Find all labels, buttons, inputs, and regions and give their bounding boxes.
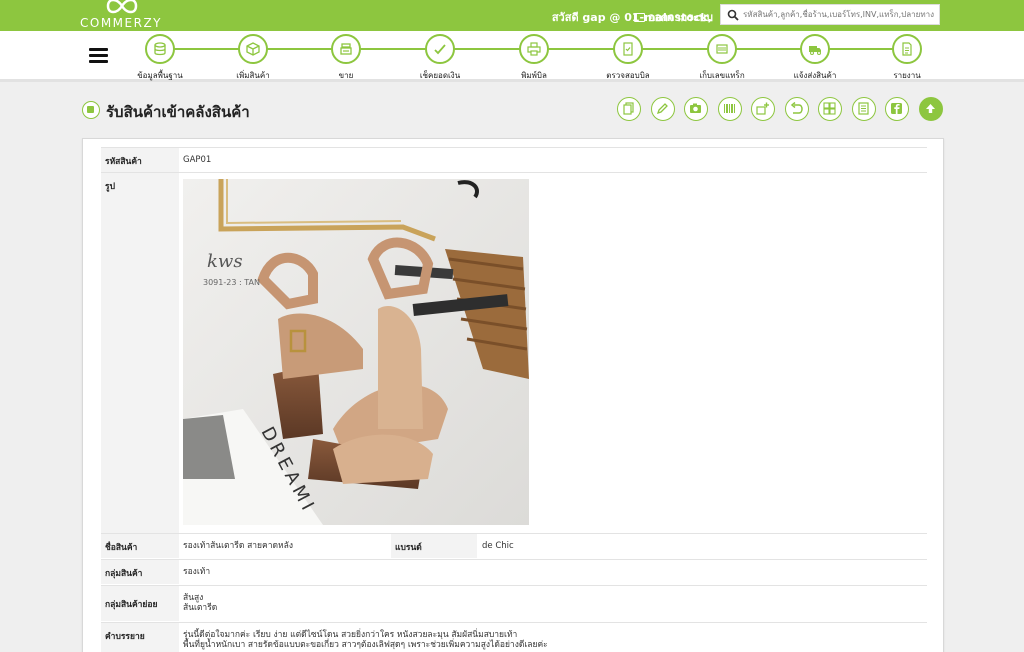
nav-item-shipping-notice[interactable]: แจ้งส่งสินค้า (770, 34, 860, 80)
description-label: คำบรรยาย (101, 623, 179, 652)
tracking-icon (716, 44, 728, 54)
nav-item-reports[interactable]: รายงาน (862, 34, 952, 80)
page-title: รับสินค้าเข้าคลังสินค้า (106, 103, 250, 121)
bill-check-icon (623, 42, 633, 56)
cash-register-icon (340, 43, 352, 55)
image-label: รูป (101, 173, 179, 533)
product-detail-card: รหัสสินค้า GAP01 รูป kws 3091-23: TAN D… (82, 138, 944, 652)
menu-icon[interactable] (89, 48, 108, 64)
photo-sku-text: 3091-23 : TAN (203, 278, 260, 287)
nav-label: ขาย (338, 71, 354, 80)
logout-link[interactable]: ออกจากระบบ (634, 8, 713, 26)
upload-icon (926, 104, 935, 113)
box-icon (246, 42, 260, 56)
brand-value: de Chic (482, 541, 514, 551)
search-input[interactable] (743, 7, 937, 22)
search-box (720, 4, 940, 25)
nav-item-verify-bill[interactable]: ตรวจสอบบิล (583, 34, 673, 80)
product-code-value: GAP01 (183, 155, 212, 165)
money-check-icon (434, 44, 446, 55)
product-group-value: รองเท้า (183, 567, 211, 577)
product-group-label: กลุ่มสินค้า (101, 560, 179, 584)
nav-label: พิมพ์บิล (521, 71, 547, 80)
description-line-2: พื้นที่ยูน้ำหนักเบา สายรัดข้อแบบตะขอเกี่… (183, 640, 548, 650)
grid-icon (823, 102, 836, 115)
nav-item-sell[interactable]: ขาย (301, 34, 391, 80)
top-bar: COMMERZY สวัสดี gap @ 01-mainstock, ออกจ… (0, 0, 1024, 31)
nav-item-tracking[interactable]: เก็บเลขแทร็ก (677, 34, 767, 80)
add-stock-icon (756, 102, 769, 115)
edit-icon (656, 103, 668, 115)
photo-brand-text: kws (207, 251, 243, 272)
row-product-name: ชื่อสินค้า รองเท้าส้นเตารีด สายคาดหลัง แ… (101, 533, 927, 558)
edit-button[interactable] (651, 97, 675, 121)
subgroup-line-2: ส้นเตารีด (183, 603, 218, 613)
main-nav: ข้อมูลพื้นฐาน เพิ่มสินค้า ขาย เช็คยอดเงิ… (0, 31, 1024, 82)
nav-label: เพิ่มสินค้า (236, 71, 270, 80)
nav-label: เก็บเลขแทร็ก (699, 71, 745, 80)
product-photo[interactable]: kws 3091-23 : TAN DREAMI (183, 179, 529, 525)
barcode-icon (724, 104, 735, 113)
logo[interactable]: COMMERZY (80, 0, 164, 31)
nav-label: เช็คยอดเงิน (419, 71, 461, 80)
nav-label: รายงาน (893, 71, 921, 80)
undo-icon (790, 102, 803, 114)
row-product-subgroup: กลุ่มสินค้าย่อย ส้นสูง ส้นเตารีด (101, 585, 927, 621)
row-product-group: กลุ่มสินค้า รองเท้า (101, 559, 927, 584)
copy-button[interactable] (617, 97, 641, 121)
copy-icon (623, 102, 634, 115)
product-name-value: รองเท้าส้นเตารีด สายคาดหลัง (183, 541, 293, 551)
search-icon (727, 9, 739, 21)
truck-icon (809, 46, 821, 55)
sign-out-icon (634, 13, 645, 22)
warehouse-icon (82, 101, 100, 119)
facebook-icon (891, 103, 902, 114)
upload-button[interactable] (919, 97, 943, 121)
description-value: รุ่นนี้ดีต่อใจมากค่ะ เรียบ ง่าย แต่ดีไซน… (183, 623, 548, 650)
printer-icon (527, 42, 541, 56)
product-name-label: ชื่อสินค้า (101, 534, 179, 558)
logout-label: ออกจากระบบ (648, 11, 713, 24)
row-product-description: คำบรรยาย รุ่นนี้ดีต่อใจมากค่ะ เรียบ ง่าย… (101, 622, 927, 652)
facebook-button[interactable] (885, 97, 909, 121)
sandal-photo-image: kws 3091-23 : TAN DREAMI (183, 179, 529, 525)
nav-item-basic-info[interactable]: ข้อมูลพื้นฐาน (115, 34, 205, 80)
subgroup-line-1: ส้นสูง (183, 593, 204, 603)
database-icon (154, 42, 166, 56)
description-line-1: รุ่นนี้ดีต่อใจมากค่ะ เรียบ ง่าย แต่ดีไซน… (183, 630, 518, 640)
list-icon (858, 102, 869, 115)
product-subgroup-label: กลุ่มสินค้าย่อย (101, 586, 179, 621)
list-button[interactable] (852, 97, 876, 121)
barcode-button[interactable] (718, 97, 742, 121)
product-subgroup-value: ส้นสูง ส้นเตารีด (183, 586, 217, 613)
nav-item-print-bill[interactable]: พิมพ์บิล (489, 34, 579, 80)
row-product-code: รหัสสินค้า GAP01 (101, 147, 927, 172)
product-code-label: รหัสสินค้า (101, 148, 179, 172)
add-stock-button[interactable] (751, 97, 775, 121)
infinity-logo-icon (106, 0, 138, 14)
brand-label: แบรนด์ (391, 534, 477, 558)
camera-button[interactable] (684, 97, 708, 121)
nav-label: แจ้งส่งสินค้า (793, 71, 837, 80)
row-product-image: รูป kws 3091-23: TAN DREAMI (101, 172, 927, 533)
nav-label: ตรวจสอบบิล (606, 71, 650, 80)
report-icon (902, 42, 912, 56)
nav-item-add-product[interactable]: เพิ่มสินค้า (208, 34, 298, 80)
undo-button[interactable] (785, 97, 809, 121)
nav-item-check-balance[interactable]: เช็คยอดเงิน (395, 34, 485, 80)
camera-icon (690, 103, 701, 113)
nav-label: ข้อมูลพื้นฐาน (137, 71, 183, 80)
grid-button[interactable] (818, 97, 842, 121)
logo-text: COMMERZY (80, 16, 163, 30)
